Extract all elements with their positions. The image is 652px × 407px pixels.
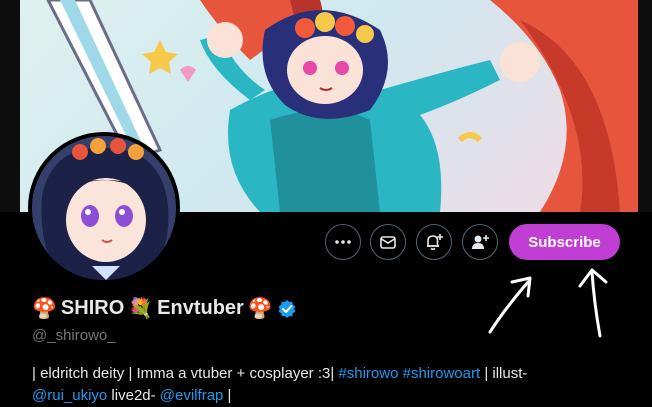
ellipsis-icon xyxy=(335,240,351,244)
display-name: 🍄 SHIRO 💐 Envtuber 🍄 xyxy=(32,296,297,321)
more-button[interactable] xyxy=(325,224,361,260)
bell-plus-icon xyxy=(427,234,443,251)
avatar-illustration xyxy=(32,136,176,280)
mention-link[interactable]: @rui_ukiyo xyxy=(32,387,107,404)
follow-button[interactable] xyxy=(462,224,498,260)
mushroom-emoji: 🍄 xyxy=(32,298,57,320)
message-button[interactable] xyxy=(370,224,406,260)
bio-text: | illust- xyxy=(480,365,528,382)
person-plus-icon xyxy=(472,235,489,249)
bouquet-emoji: 💐 xyxy=(128,298,154,320)
bio-text: live2d- xyxy=(107,387,160,404)
avatar[interactable] xyxy=(28,132,180,284)
bio-text: | eldritch deity | Imma a vtuber + cospl… xyxy=(32,365,339,382)
mention-link[interactable]: @evilfrap xyxy=(160,387,224,404)
annotation-arrow-left xyxy=(488,276,532,334)
notifications-button[interactable] xyxy=(416,224,452,260)
mushroom-emoji: 🍄 xyxy=(247,298,273,320)
bio-text: | xyxy=(223,387,232,404)
verified-badge-icon[interactable] xyxy=(277,299,297,319)
bio: | eldritch deity | Imma a vtuber + cospl… xyxy=(32,363,632,407)
user-handle: @_shirowo_ xyxy=(32,327,116,344)
display-name-suffix: Envtuber xyxy=(157,297,244,319)
subscribe-label: Subscribe xyxy=(528,233,601,251)
hashtag-link[interactable]: #shirowoart xyxy=(403,365,481,382)
right-gutter xyxy=(638,0,652,212)
left-gutter xyxy=(0,0,20,212)
envelope-icon xyxy=(380,236,396,249)
subscribe-button[interactable]: Subscribe xyxy=(509,224,620,260)
annotation-arrow-right xyxy=(578,268,608,338)
display-name-main: SHIRO xyxy=(60,297,125,319)
hashtag-link[interactable]: #shirowo xyxy=(338,365,398,382)
